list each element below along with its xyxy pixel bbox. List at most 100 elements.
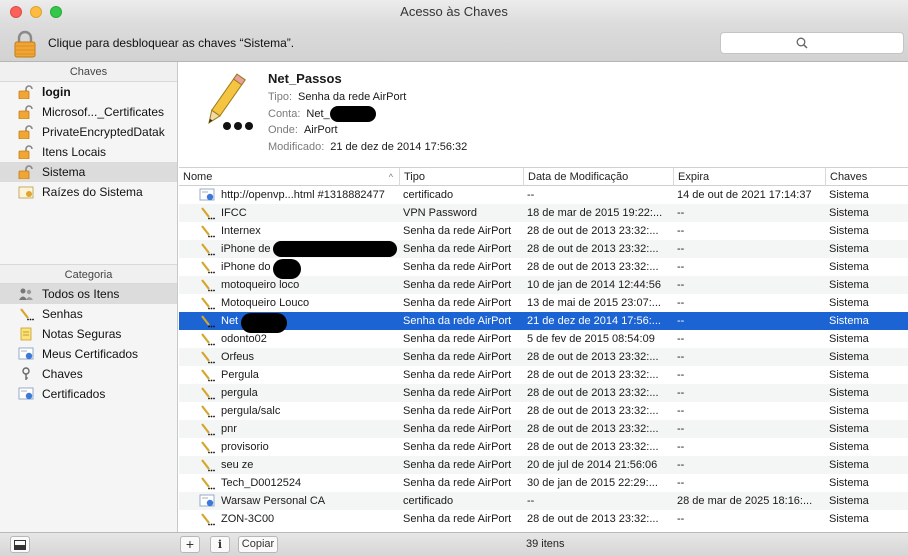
table-row[interactable]: Warsaw Personal CA certificado -- 28 de mar… (179, 492, 908, 510)
category-item[interactable]: Notas Seguras (0, 324, 177, 344)
category-item[interactable]: Todos os Itens (0, 284, 177, 304)
cell-tipo: Senha da rede AirPort (403, 279, 512, 291)
cell-keychain: Sistema (829, 189, 869, 201)
cell-name: seu ze (221, 459, 254, 471)
certificate-icon (199, 494, 215, 508)
cell-expiration: -- (677, 333, 685, 345)
cell-modification-date: 18 de mar de 2015 19:22:... (527, 207, 663, 219)
cell-expiration: -- (677, 459, 685, 471)
table-row[interactable]: seu ze Senha da rede AirPort 20 de jul de … (179, 456, 908, 474)
cell-tipo: Senha da rede AirPort (403, 243, 512, 255)
cell-keychain: Sistema (829, 297, 869, 309)
cell-keychain: Sistema (829, 261, 869, 273)
table-row[interactable]: Pergula Senha da rede AirPort 28 de out de… (179, 366, 908, 384)
table-row[interactable]: pnr Senha da rede AirPort 28 de out de 201… (179, 420, 908, 438)
cell-keychain: Sistema (829, 513, 869, 525)
lock-icon (18, 145, 34, 160)
table-row[interactable]: Tech_D0012524 Senha da rede AirPort 30 de … (179, 474, 908, 492)
cell-modification-date: 28 de out de 2013 23:32:... (527, 369, 659, 381)
tipo-label: Tipo: (268, 91, 293, 103)
minimize-window-button[interactable] (30, 6, 42, 18)
cell-tipo: Senha da rede AirPort (403, 441, 512, 453)
table-row[interactable]: http://openvp...html #1318882477 certific… (179, 186, 908, 204)
conta-label: Conta: (268, 108, 301, 120)
cell-keychain: Sistema (829, 315, 869, 327)
table-row[interactable]: IFCC VPN Password 18 de mar de 2015 19:22:… (179, 204, 908, 222)
item-name: Net_Passos (268, 71, 342, 86)
info-button[interactable]: i (210, 536, 230, 553)
cell-tipo: Senha da rede AirPort (403, 351, 512, 363)
category-list: Todos os Itens Senhas Notas Seguras Meus Ce… (0, 284, 177, 404)
cell-modification-date: -- (527, 495, 535, 507)
copy-button[interactable]: Copiar (238, 536, 278, 553)
add-item-button[interactable]: + (180, 536, 200, 553)
column-header-chaves[interactable]: Chaves (825, 168, 908, 186)
table-row[interactable]: ZON-3C00 Senha da rede AirPort 28 de out d… (179, 510, 908, 528)
cell-modification-date: 28 de out de 2013 23:32:... (527, 261, 659, 273)
lock-icon[interactable] (14, 30, 36, 58)
cell-modification-date: 21 de dez de 2014 17:56:... (527, 315, 661, 327)
pencil-icon (199, 296, 215, 310)
cell-expiration: -- (677, 369, 685, 381)
keychain-item[interactable]: Itens Locais (0, 142, 177, 162)
cell-modification-date: 10 de jan de 2014 12:44:56 (527, 279, 661, 291)
sidebar: Chaves login Microsof..._Certificates Priv… (0, 62, 178, 532)
cell-modification-date: 28 de out de 2013 23:32:... (527, 243, 659, 255)
pencil-icon (18, 307, 34, 321)
cell-tipo: Senha da rede AirPort (403, 333, 512, 345)
pencil-icon (199, 512, 215, 526)
category-item[interactable]: Certificados (0, 384, 177, 404)
table-row[interactable]: Internex Senha da rede AirPort 28 de out d… (179, 222, 908, 240)
category-item[interactable]: Meus Certificados (0, 344, 177, 364)
column-header-modificacao[interactable]: Data de Modificação (523, 168, 673, 186)
keychain-label: Itens Locais (42, 145, 107, 159)
cell-expiration: -- (677, 207, 685, 219)
pencil-icon (199, 440, 215, 454)
category-label: Todos os Itens (42, 287, 120, 301)
column-header-expira[interactable]: Expira (673, 168, 825, 186)
cell-keychain: Sistema (829, 387, 869, 399)
cell-tipo: Senha da rede AirPort (403, 225, 512, 237)
detail-modificado: Modificado: 21 de dez de 2014 17:56:32 (268, 141, 467, 153)
zoom-window-button[interactable] (50, 6, 62, 18)
keychain-list: login Microsof..._Certificates PrivateEncr… (0, 82, 177, 202)
column-header-nome[interactable]: Nome ^ (179, 168, 399, 186)
keychain-item[interactable]: PrivateEncryptedDatak (0, 122, 177, 142)
keychain-item[interactable]: Microsof..._Certificates (0, 102, 177, 122)
table-row[interactable]: pergula Senha da rede AirPort 28 de out de… (179, 384, 908, 402)
keychain-items-table: Nome ^ Tipo Data de Modificação Expira C… (179, 168, 908, 532)
keychain-item[interactable]: login (0, 82, 177, 102)
cell-expiration: -- (677, 315, 685, 327)
pencil-icon (199, 332, 215, 346)
category-label: Notas Seguras (42, 327, 122, 341)
search-input[interactable] (720, 32, 904, 54)
modificado-label: Modificado: (268, 141, 325, 153)
toggle-sidebar-button[interactable] (10, 536, 30, 553)
table-row[interactable]: Motoqueiro Louco Senha da rede AirPort 13 … (179, 294, 908, 312)
category-item[interactable]: Senhas (0, 304, 177, 324)
keychain-item[interactable]: Raízes do Sistema (0, 182, 177, 202)
keychain-label: login (42, 85, 71, 99)
cell-modification-date: 30 de jan de 2015 22:29:... (527, 477, 658, 489)
table-row[interactable]: Orfeus Senha da rede AirPort 28 de out de … (179, 348, 908, 366)
cell-expiration: 14 de out de 2021 17:14:37 (677, 189, 812, 201)
cell-keychain: Sistema (829, 225, 869, 237)
status-bar: + i Copiar 39 itens (0, 532, 908, 556)
table-row[interactable]: pergula/salc Senha da rede AirPort 28 de o… (179, 402, 908, 420)
table-row[interactable]: odonto02 Senha da rede AirPort 5 de fev de… (179, 330, 908, 348)
cell-keychain: Sistema (829, 477, 869, 489)
cell-expiration: -- (677, 351, 685, 363)
cell-name: Tech_D0012524 (221, 477, 302, 489)
category-item[interactable]: Chaves (0, 364, 177, 384)
cell-name: provisorio (221, 441, 269, 453)
cell-keychain: Sistema (829, 441, 869, 453)
table-row[interactable]: provisorio Senha da rede AirPort 28 de out… (179, 438, 908, 456)
close-window-button[interactable] (10, 6, 22, 18)
column-header-tipo[interactable]: Tipo (399, 168, 523, 186)
keychain-item[interactable]: Sistema (0, 162, 177, 182)
cell-expiration: -- (677, 387, 685, 399)
unlock-message[interactable]: Clique para desbloquear as chaves “Siste… (48, 36, 294, 50)
cell-modification-date: 28 de out de 2013 23:32:... (527, 405, 659, 417)
table-row[interactable]: Net Senha da rede AirPort 21 de dez de 201… (179, 312, 908, 330)
cell-expiration: -- (677, 279, 685, 291)
